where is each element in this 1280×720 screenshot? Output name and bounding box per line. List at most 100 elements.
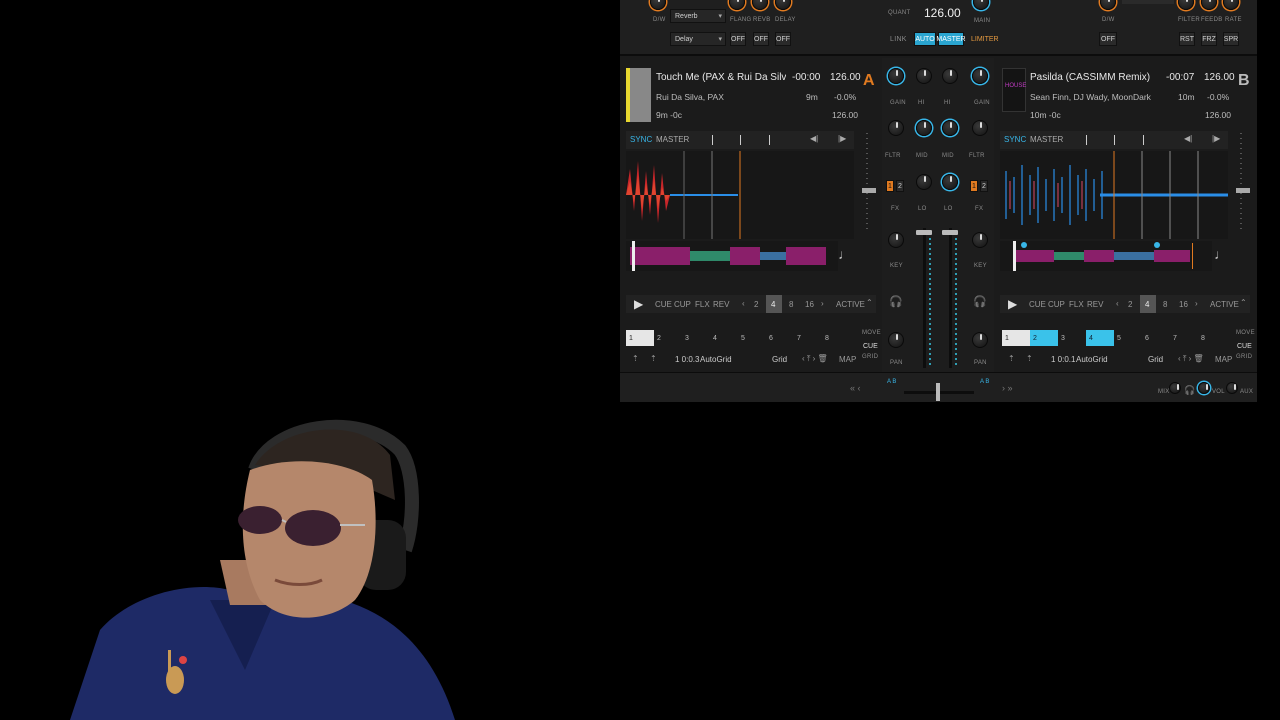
deck-a-pad[interactable]: 1 bbox=[626, 330, 654, 346]
link-button[interactable]: LINK bbox=[890, 36, 907, 43]
deck-a-loop-16[interactable]: 16 bbox=[805, 300, 814, 309]
deck-b-nudge-back-icon[interactable]: ◀| bbox=[1184, 134, 1192, 143]
deck-a-pad[interactable]: 3 bbox=[682, 330, 710, 346]
feedback-knob[interactable] bbox=[1201, 0, 1217, 10]
master-button[interactable]: MASTER bbox=[936, 32, 966, 46]
deck-b-overview[interactable] bbox=[1000, 241, 1212, 271]
deck-a-autogrid-button[interactable]: AutoGrid bbox=[700, 355, 732, 364]
fx-dw-knob-right[interactable] bbox=[1100, 0, 1116, 10]
fx2-select[interactable]: Delay bbox=[670, 32, 726, 46]
deck-a-map-button[interactable]: MAP bbox=[839, 355, 856, 364]
deck-b-grid-select[interactable]: Grid bbox=[1148, 355, 1163, 364]
deck-b-cue-button[interactable]: CUE bbox=[1029, 300, 1046, 309]
delay-knob[interactable] bbox=[775, 0, 791, 10]
deck-a-grid-down-icon[interactable]: ⇡ bbox=[650, 354, 657, 363]
fx2-assign-b[interactable]: 2 bbox=[980, 180, 988, 192]
pan-knob-b[interactable] bbox=[972, 332, 988, 348]
deck-b-loop-4[interactable]: 4 bbox=[1140, 295, 1156, 313]
deck-b-pad[interactable]: 5 bbox=[1114, 330, 1142, 346]
deck-a-nudge-back-icon[interactable]: ◀| bbox=[810, 134, 818, 143]
deck-a-grid-nav-icon[interactable]: ‹ ⤒ › 🗑 bbox=[802, 354, 828, 364]
deck-a-pad[interactable]: 4 bbox=[710, 330, 738, 346]
deck-b-cup-button[interactable]: CUP bbox=[1048, 300, 1065, 309]
deck-b-pad[interactable]: 3 bbox=[1058, 330, 1086, 346]
fx1-assign-b[interactable]: 1 bbox=[970, 180, 978, 192]
deck-a-overview[interactable] bbox=[626, 241, 838, 271]
fx1-select[interactable]: Reverb bbox=[670, 9, 726, 23]
rate-knob[interactable] bbox=[1223, 0, 1239, 10]
hi-knob-a[interactable] bbox=[916, 68, 932, 84]
reverb-knob[interactable] bbox=[752, 0, 768, 10]
crossfader-handle[interactable] bbox=[936, 383, 940, 401]
deck-b-grid-up-icon[interactable]: ⇡ bbox=[1008, 354, 1015, 363]
deck-a-flx-button[interactable]: FLX bbox=[695, 300, 710, 309]
spr-button[interactable]: SPR bbox=[1223, 32, 1239, 46]
frz-button[interactable]: FRZ bbox=[1201, 32, 1217, 46]
channel-fader-b-cap[interactable] bbox=[942, 230, 958, 235]
deck-b-pitch-fader[interactable] bbox=[1236, 133, 1250, 233]
deck-b-waveform[interactable] bbox=[1000, 151, 1228, 239]
deck-b-loop-prev[interactable]: ‹ bbox=[1116, 299, 1119, 308]
gain-knob-a[interactable] bbox=[888, 68, 904, 84]
right-fx-slot[interactable] bbox=[1122, 0, 1174, 4]
deck-b-flx-button[interactable]: FLX bbox=[1069, 300, 1084, 309]
deck-a-cup-button[interactable]: CUP bbox=[674, 300, 691, 309]
fx1-assign-a[interactable]: 1 bbox=[886, 180, 894, 192]
pan-knob-a[interactable] bbox=[888, 332, 904, 348]
mid-knob-a[interactable] bbox=[888, 120, 904, 136]
deck-a-collapse-icon[interactable]: ⌃ bbox=[866, 298, 873, 307]
main-volume-knob[interactable] bbox=[973, 0, 989, 10]
deck-b-nudge-forward-icon[interactable]: |▶ bbox=[1212, 134, 1220, 143]
deck-a-loop-4[interactable]: 4 bbox=[766, 295, 782, 313]
deck-b-autogrid-button[interactable]: AutoGrid bbox=[1076, 355, 1108, 364]
crossfader-left-arrows[interactable]: « ‹ bbox=[850, 383, 861, 393]
headphone-volume-knob[interactable] bbox=[1198, 382, 1210, 394]
deck-b-pad[interactable]: 8 bbox=[1198, 330, 1226, 346]
channel-fader-a[interactable] bbox=[923, 228, 926, 368]
deck-a-pad[interactable]: 7 bbox=[794, 330, 822, 346]
deck-a-pad[interactable]: 5 bbox=[738, 330, 766, 346]
deck-a-pad[interactable]: 6 bbox=[766, 330, 794, 346]
deck-b-collapse-icon[interactable]: ⌃ bbox=[1240, 298, 1247, 307]
auto-button[interactable]: AUTO bbox=[914, 32, 936, 46]
deck-a-active-button[interactable]: ACTIVE bbox=[836, 300, 865, 309]
deck-b-pad[interactable]: 2 bbox=[1030, 330, 1058, 346]
reverb-off-button[interactable]: OFF bbox=[753, 32, 769, 46]
fx-dw-knob-left[interactable] bbox=[650, 0, 666, 10]
deck-b-note-icon[interactable]: ♩ bbox=[1214, 246, 1228, 262]
deck-a-nudge-forward-icon[interactable]: |▶ bbox=[838, 134, 846, 143]
deck-a-cue-button[interactable]: CUE bbox=[655, 300, 672, 309]
deck-b-loop-8[interactable]: 8 bbox=[1163, 300, 1167, 309]
deck-a-loop-8[interactable]: 8 bbox=[789, 300, 793, 309]
limiter-label[interactable]: LIMITER bbox=[971, 36, 999, 43]
deck-a-waveform[interactable] bbox=[626, 151, 854, 239]
crossfader-right-arrows[interactable]: › » bbox=[1002, 383, 1013, 393]
lo-knob-a[interactable] bbox=[916, 174, 932, 190]
deck-a-pad[interactable]: 2 bbox=[654, 330, 682, 346]
deck-a-pitch-fader[interactable] bbox=[862, 133, 876, 233]
aux-knob[interactable] bbox=[1226, 382, 1238, 394]
deck-b-map-button[interactable]: MAP bbox=[1215, 355, 1232, 364]
deck-b-pad[interactable]: 4 bbox=[1086, 330, 1114, 346]
flanger-off-button[interactable]: OFF bbox=[730, 32, 746, 46]
deck-b-grid-down-icon[interactable]: ⇡ bbox=[1026, 354, 1033, 363]
deck-b-loop-2[interactable]: 2 bbox=[1128, 300, 1132, 309]
deck-a-sync-button[interactable]: SYNC bbox=[630, 135, 652, 144]
mid-knob-b[interactable] bbox=[916, 120, 932, 136]
deck-b-play-icon[interactable]: ▶ bbox=[1008, 297, 1017, 311]
deck-b-pad[interactable]: 6 bbox=[1142, 330, 1170, 346]
hi-knob-b[interactable] bbox=[942, 68, 958, 84]
lo-knob-b[interactable] bbox=[942, 174, 958, 190]
deck-b-rev-button[interactable]: REV bbox=[1087, 300, 1103, 309]
deck-a-master-button[interactable]: MASTER bbox=[656, 135, 689, 144]
deck-b-master-button[interactable]: MASTER bbox=[1030, 135, 1063, 144]
deck-b-sync-button[interactable]: SYNC bbox=[1004, 135, 1026, 144]
channel-fader-b[interactable] bbox=[949, 228, 952, 368]
fx2-assign-a[interactable]: 2 bbox=[896, 180, 904, 192]
channel-fader-a-cap[interactable] bbox=[916, 230, 932, 235]
flanger-knob[interactable] bbox=[729, 0, 745, 10]
deck-a-loop-prev[interactable]: ‹ bbox=[742, 299, 745, 308]
rst-button[interactable]: RST bbox=[1179, 32, 1195, 46]
deck-b-cue-mode[interactable]: CUE bbox=[1237, 343, 1252, 350]
key-knob-a[interactable] bbox=[888, 232, 904, 248]
